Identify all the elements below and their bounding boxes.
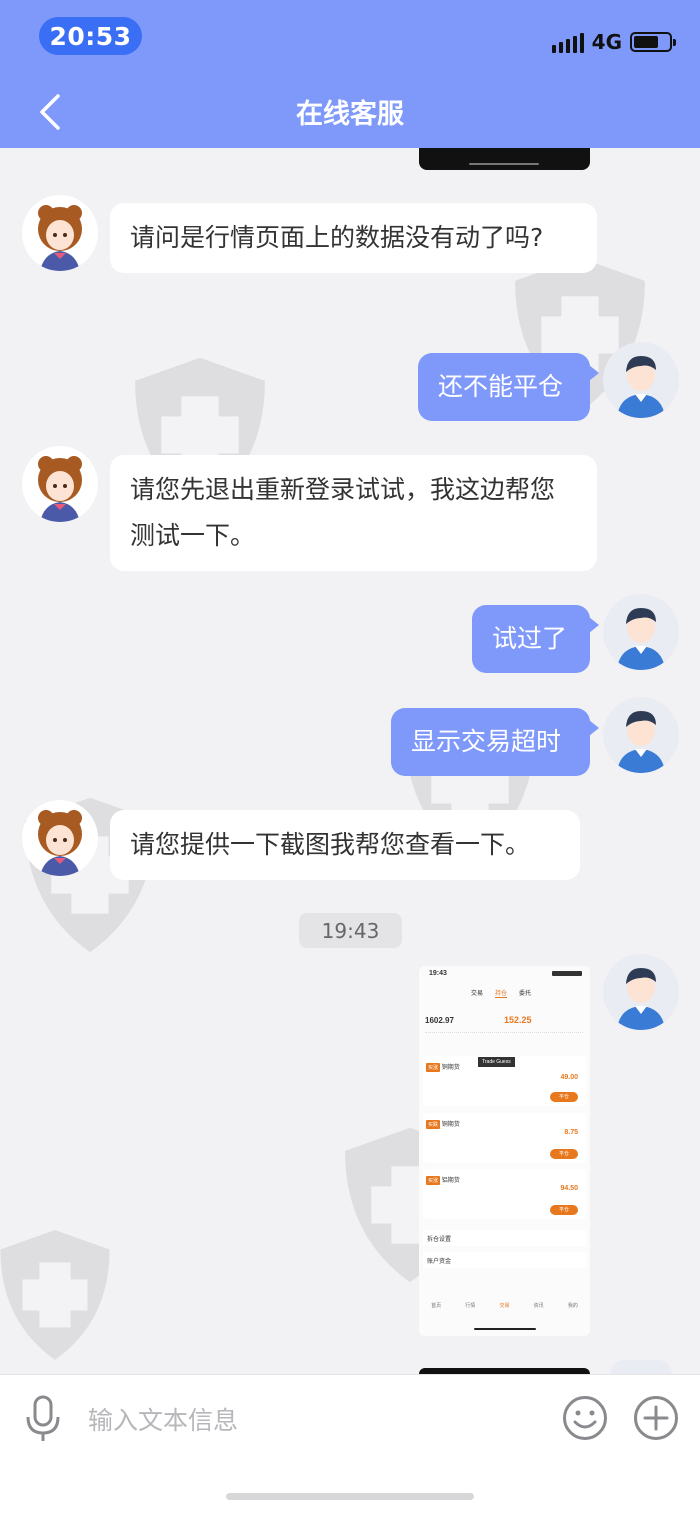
shot-position-value: 94.50 xyxy=(560,1185,578,1192)
shot-close-button: 平仓 xyxy=(550,1149,578,1159)
shot-tag: 买涨 xyxy=(426,1176,441,1185)
user-avatar-partial xyxy=(610,1360,672,1374)
agent-avatar[interactable] xyxy=(22,446,98,522)
message-text: 请您先退出重新登录试试，我这边帮您测试一下。 xyxy=(130,475,556,550)
shot-position-name: 铝期货 xyxy=(441,1178,460,1184)
shot-tab-active: 持仓 xyxy=(495,988,508,998)
user-avatar[interactable] xyxy=(603,954,679,1030)
message-bubble-self: 试过了 xyxy=(472,605,599,673)
shot-tag: 买涨 xyxy=(426,1063,441,1072)
message-bubble: 请问是行情页面上的数据没有动了吗? xyxy=(110,203,597,273)
shot-tab: 交易 xyxy=(471,991,484,997)
shot-tabs: 交易 持仓 委托 xyxy=(471,988,531,998)
message-text: 试过了 xyxy=(492,624,568,653)
home-indicator xyxy=(226,1493,474,1500)
shot-position-name: 铜期货 xyxy=(441,1122,460,1128)
chat-timestamp: 19:43 xyxy=(299,913,402,948)
watermark-shield-icon xyxy=(0,1230,110,1360)
microphone-icon xyxy=(26,1395,60,1441)
shot-position-value: 49.00 xyxy=(560,1074,578,1081)
shot-position-name: 铜期货 xyxy=(441,1065,460,1071)
message-bubble-self: 还不能平仓 xyxy=(418,353,599,421)
previous-image-thumbnail[interactable] xyxy=(419,148,590,170)
plus-circle-icon xyxy=(634,1396,678,1440)
shot-profit: 152.25 xyxy=(504,1015,532,1025)
user-avatar[interactable] xyxy=(603,697,679,773)
message-text: 还不能平仓 xyxy=(438,372,564,401)
status-time: 20:53 xyxy=(39,17,142,55)
emoji-button[interactable] xyxy=(562,1395,608,1445)
screenshot-image-message[interactable]: 19:43 交易 持仓 委托 1602.97 152.25 买涨 铜期货 Tra… xyxy=(419,966,590,1336)
app-header: 20:53 4G 在线客服 xyxy=(0,0,700,148)
message-text: 请您提供一下截图我帮您查看一下。 xyxy=(130,830,531,859)
signal-icon xyxy=(551,31,584,53)
shot-summary-line xyxy=(425,1032,583,1042)
message-input-bar: 输入文本信息 xyxy=(0,1374,700,1515)
status-indicators: 4G xyxy=(551,28,676,56)
message-bubble-self: 显示交易超时 xyxy=(391,708,599,776)
voice-button[interactable] xyxy=(24,1395,62,1443)
shot-close-button: 平仓 xyxy=(550,1205,578,1215)
user-avatar[interactable] xyxy=(603,594,679,670)
shot-close-button: 平仓 xyxy=(550,1092,578,1102)
more-button[interactable] xyxy=(633,1395,679,1445)
agent-avatar[interactable] xyxy=(22,195,98,271)
shot-tooltip: Trade Guess xyxy=(478,1057,515,1067)
battery-icon xyxy=(630,32,676,52)
page-title: 在线客服 xyxy=(296,99,404,130)
agent-avatar[interactable] xyxy=(22,800,98,876)
shot-status-icons xyxy=(552,971,582,976)
message-bubble: 请您先退出重新登录试试，我这边帮您测试一下。 xyxy=(110,455,597,571)
shot-bottom-nav: 首页 行情 交易 资讯 我的 xyxy=(431,1303,578,1309)
shot-menu-item: 拆仓设置 xyxy=(423,1230,586,1246)
shot-home-indicator xyxy=(474,1328,536,1330)
message-text: 请问是行情页面上的数据没有动了吗? xyxy=(130,223,544,252)
shot-position-card: 买涨 铝期货 94.50 平仓 xyxy=(423,1169,586,1219)
shot-menu-item: 账户资金 xyxy=(423,1252,586,1268)
network-type: 4G xyxy=(591,30,622,54)
message-bubble: 请您提供一下截图我帮您查看一下。 xyxy=(110,810,580,880)
smiley-icon xyxy=(563,1396,607,1440)
shot-status-time: 19:43 xyxy=(429,970,447,977)
shot-position-value: 8.75 xyxy=(564,1129,578,1136)
shot-position-card: 买跌 铜期货 8.75 平仓 xyxy=(423,1113,586,1163)
message-text: 显示交易超时 xyxy=(411,727,562,756)
shot-tab: 委托 xyxy=(519,991,532,997)
user-avatar[interactable] xyxy=(603,342,679,418)
message-input[interactable]: 输入文本信息 xyxy=(88,1401,238,1437)
shot-tag: 买跌 xyxy=(426,1120,441,1129)
shot-equity: 1602.97 xyxy=(425,1016,454,1025)
shot-position-card: 买涨 铜期货 Trade Guess 49.00 平仓 xyxy=(423,1056,586,1106)
